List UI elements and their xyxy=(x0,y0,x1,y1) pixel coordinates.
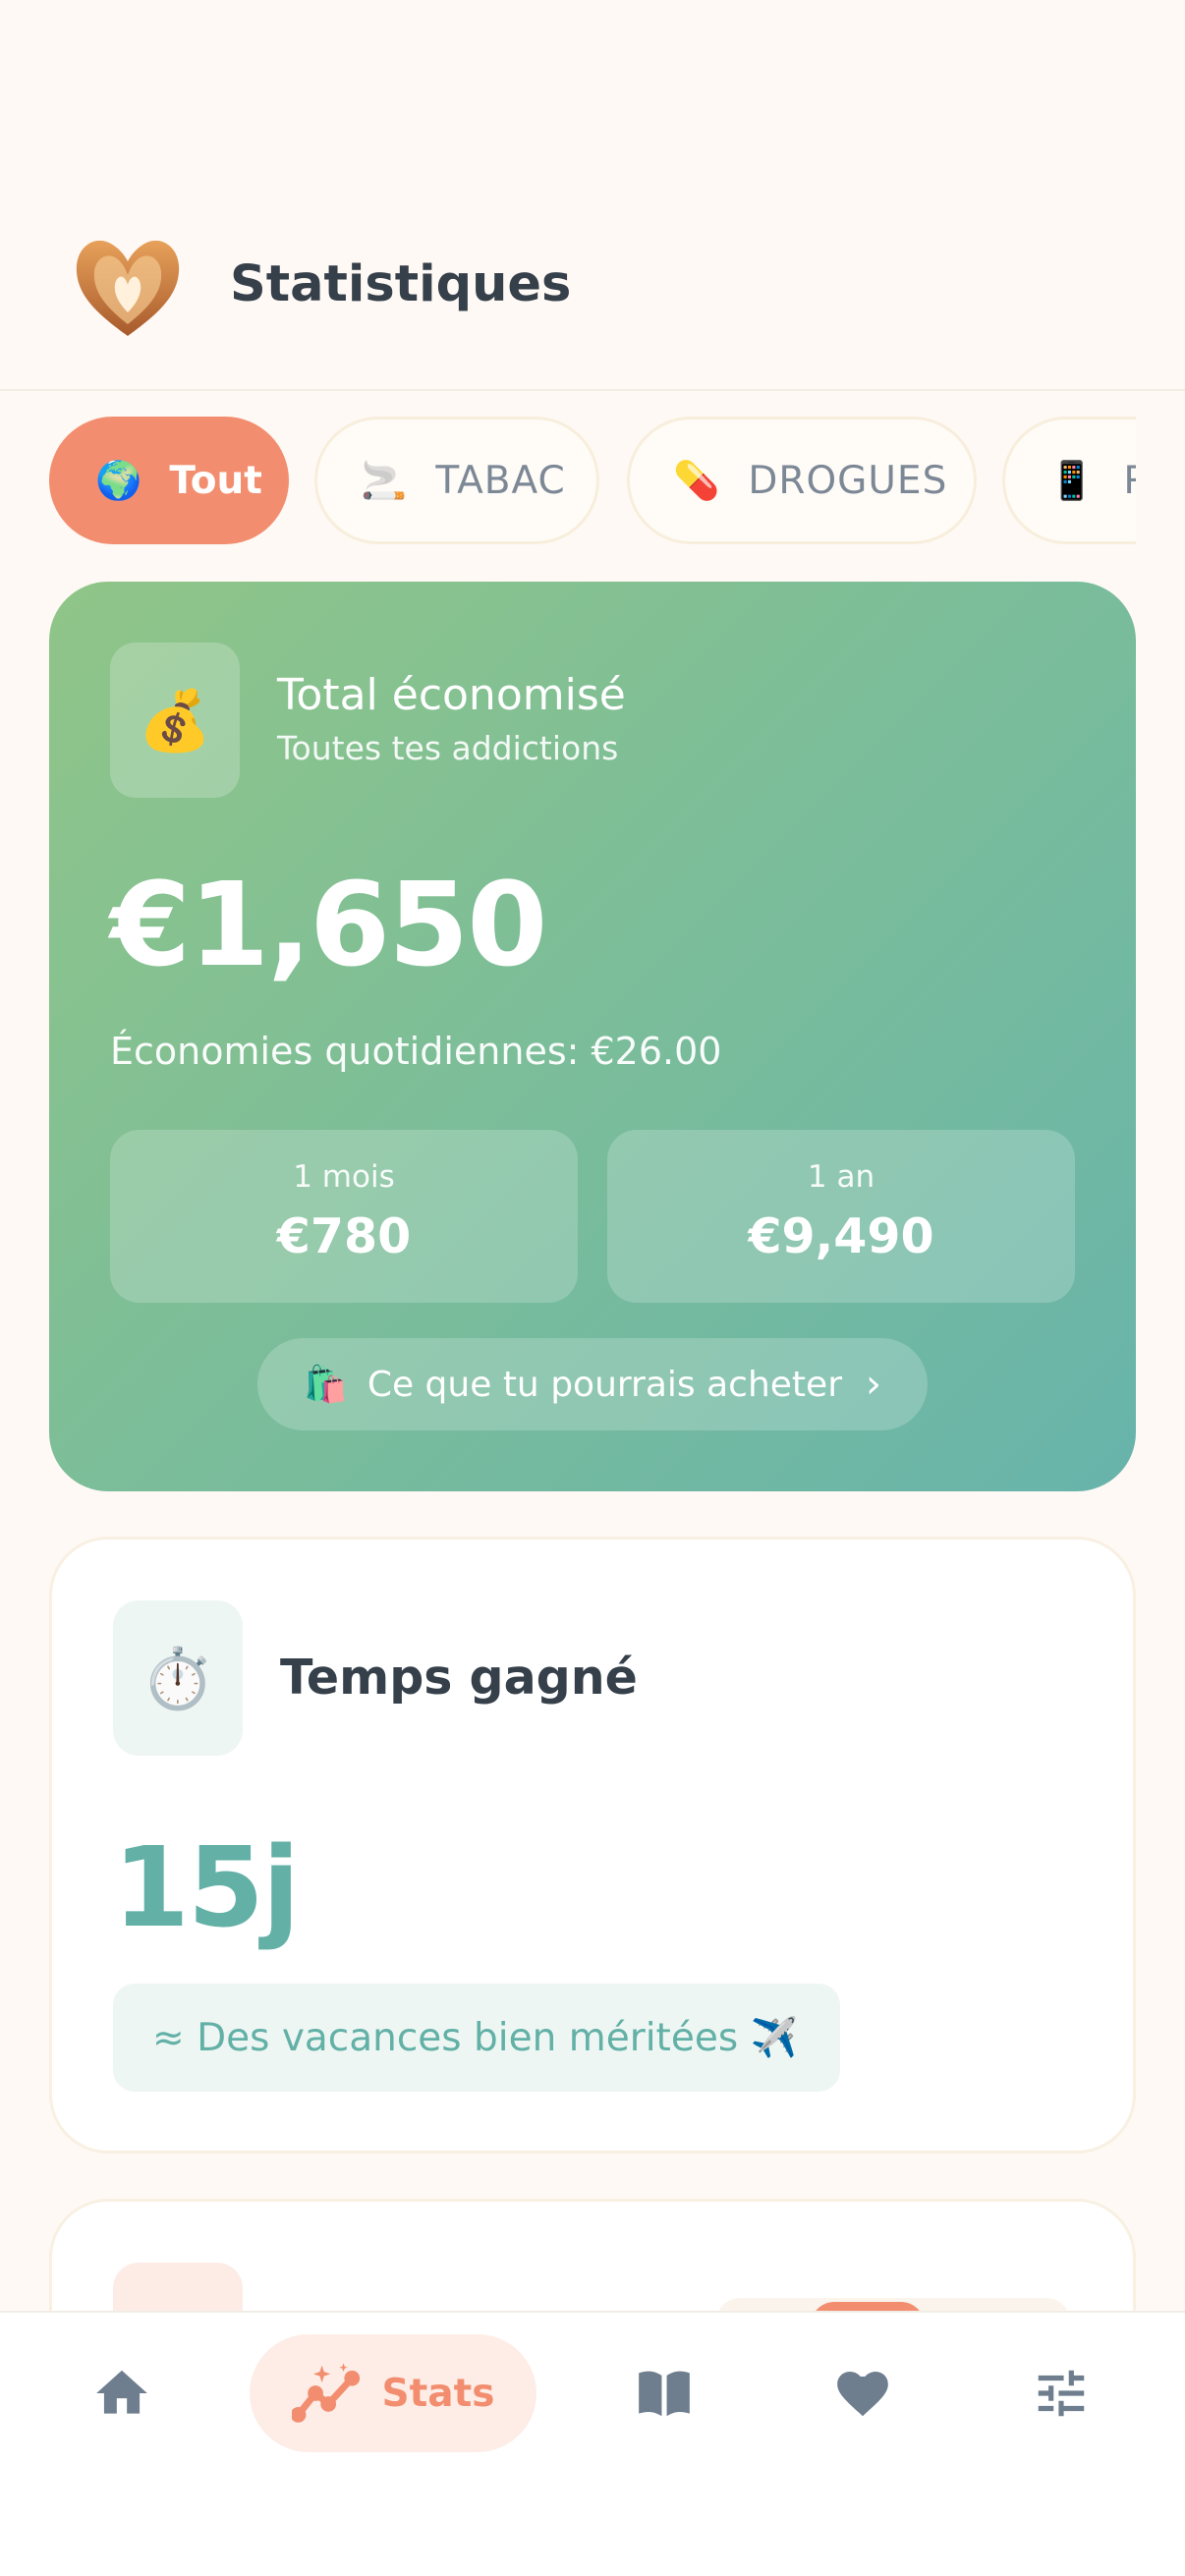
home-icon xyxy=(96,2370,147,2414)
money-bag-icon: 💰 xyxy=(110,643,240,798)
filter-label: Tout xyxy=(169,458,262,503)
addiction-filter-bar: 🌍 Tout 🚬 TABAC 💊 DROGUES 📱 R xyxy=(0,417,1136,546)
bottom-nav: Stats xyxy=(0,2311,1185,2576)
nav-favorites[interactable] xyxy=(804,2334,922,2452)
time-value: 15j xyxy=(113,1824,300,1952)
filter-tout[interactable]: 🌍 Tout xyxy=(49,417,289,544)
projection-value: €780 xyxy=(276,1208,412,1264)
nav-stats[interactable]: Stats xyxy=(250,2334,536,2452)
app-header: Statistiques xyxy=(0,0,1185,391)
nav-home[interactable] xyxy=(63,2334,181,2452)
savings-subtitle: Toutes tes addictions xyxy=(277,729,619,767)
page-title: Statistiques xyxy=(230,255,572,313)
savings-amount: €1,650 xyxy=(110,857,547,992)
savings-title: Total économisé xyxy=(277,670,626,720)
time-gained-card: ⏱️ Temps gagné 15j ≈ Des vacances bien m… xyxy=(49,1537,1136,2154)
time-equivalence-note: ≈ Des vacances bien méritées ✈️ xyxy=(113,1984,840,2092)
projection-year: 1 an €9,490 xyxy=(607,1130,1075,1303)
stats-sparkle-icon xyxy=(291,2363,360,2423)
nav-journal[interactable] xyxy=(605,2334,723,2452)
flaming-heart-logo xyxy=(76,240,180,336)
buy-button-label: Ce que tu pourrais acheter xyxy=(367,1364,842,1405)
projection-value: €9,490 xyxy=(748,1208,934,1264)
nav-settings[interactable] xyxy=(1002,2334,1120,2452)
projection-label: 1 mois xyxy=(293,1159,395,1195)
shopping-bags-icon: 🛍️ xyxy=(304,1365,348,1405)
time-title: Temps gagné xyxy=(280,1650,638,1706)
heart-icon xyxy=(837,2372,888,2417)
book-icon xyxy=(639,2371,690,2417)
filter-reseaux[interactable]: 📱 R xyxy=(1002,417,1136,544)
cigarette-icon: 🚬 xyxy=(361,458,409,502)
stopwatch-icon: ⏱️ xyxy=(113,1600,243,1756)
filter-label: R xyxy=(1123,459,1136,503)
filter-label: DROGUES xyxy=(748,458,948,503)
daily-savings: Économies quotidiennes: €26.00 xyxy=(110,1030,722,1073)
pill-icon: 💊 xyxy=(673,458,721,502)
projection-month: 1 mois €780 xyxy=(110,1130,578,1303)
what-you-could-buy-button[interactable]: 🛍️ Ce que tu pourrais acheter › xyxy=(257,1338,928,1430)
globe-icon: 🌍 xyxy=(95,458,142,502)
phone-icon: 📱 xyxy=(1048,458,1097,502)
projection-label: 1 an xyxy=(807,1159,875,1195)
sliders-icon xyxy=(1038,2370,1085,2417)
filter-tabac[interactable]: 🚬 TABAC xyxy=(314,417,599,544)
filter-drogues[interactable]: 💊 DROGUES xyxy=(627,417,977,544)
nav-stats-label: Stats xyxy=(381,2371,495,2416)
total-savings-card: 💰 Total économisé Toutes tes addictions … xyxy=(49,582,1136,1491)
filter-label: TABAC xyxy=(435,458,566,503)
chevron-right-icon: › xyxy=(866,1362,881,1407)
